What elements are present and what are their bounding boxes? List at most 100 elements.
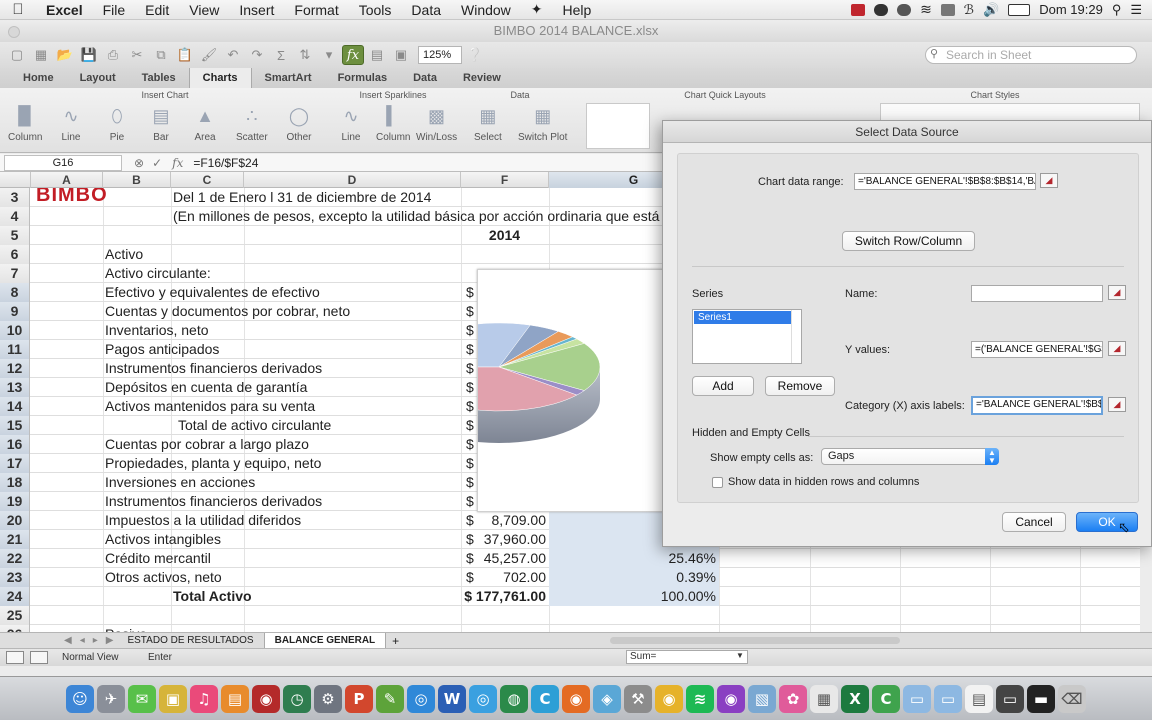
cell-label[interactable]: Otros activos, neto [103, 568, 463, 587]
sparkline-winloss-button[interactable]: ▩ Win/Loss [416, 104, 457, 144]
ibooks-icon[interactable]: ▤ [221, 684, 249, 713]
row-header[interactable]: 22 [0, 549, 30, 568]
column-header-d[interactable]: D [244, 172, 461, 188]
cancel-button[interactable]: Cancel [1002, 512, 1066, 532]
row-header[interactable]: 25 [0, 606, 30, 625]
cell-value[interactable]: 2014 [461, 226, 549, 245]
sheet-icon[interactable]: ▤ [366, 45, 388, 65]
row-header[interactable]: 14 [0, 397, 30, 416]
confirm-entry-icon[interactable]: ✓ [152, 156, 162, 170]
status-tray-icon[interactable] [897, 3, 912, 16]
category-axis-labels-field[interactable]: ='BALANCE GENERAL'!$B$8 [971, 396, 1103, 415]
tab-layout[interactable]: Layout [67, 68, 129, 88]
print-icon[interactable]: ⎙ [102, 45, 124, 65]
chart-data-range-picker-icon[interactable]: ◢ [1040, 173, 1058, 188]
cell-percent[interactable]: 100.00% [549, 587, 719, 606]
camtasia-icon[interactable]: C [872, 684, 900, 713]
menu-help[interactable]: Help [553, 2, 602, 18]
format-painter-icon[interactable]: 🖌 [198, 45, 220, 65]
tab-data[interactable]: Data [400, 68, 450, 88]
row-header[interactable]: 26 [0, 625, 30, 632]
launchpad-icon[interactable]: ✈ [97, 684, 125, 713]
paste-icon[interactable]: 📋 [174, 45, 196, 65]
finder-icon[interactable]: ☺ [66, 684, 94, 713]
chrome-icon[interactable]: ◉ [655, 684, 683, 713]
folder-icon[interactable]: ▭ [903, 684, 931, 713]
first-sheet-icon[interactable]: ◀ [60, 635, 76, 646]
tab-tables[interactable]: Tables [129, 68, 189, 88]
messages-icon[interactable]: ✉ [128, 684, 156, 713]
row-header[interactable]: 18 [0, 473, 30, 492]
row-header[interactable]: 9 [0, 302, 30, 321]
apple-menu-icon[interactable]:  [0, 1, 36, 18]
tools-icon[interactable]: ⚒ [624, 684, 652, 713]
wifi-icon[interactable]: ≋ [920, 1, 932, 18]
menu-format[interactable]: Format [284, 2, 348, 18]
cell-label[interactable]: Activos intangibles [103, 530, 463, 549]
column-header-b[interactable]: B [103, 172, 171, 188]
firefox-icon[interactable]: ◉ [562, 684, 590, 713]
column-header-c[interactable]: C [171, 172, 244, 188]
row-header[interactable]: 5 [0, 226, 30, 245]
cell-value[interactable]: $ 177,761.00 [461, 587, 549, 606]
cell-label[interactable]: Depósitos en cuenta de garantía [103, 378, 463, 397]
cell-label[interactable]: Cuentas y documentos por cobrar, neto [103, 302, 463, 321]
menu-data[interactable]: Data [401, 2, 451, 18]
cell-value[interactable]: 45,257.00 [475, 549, 549, 568]
cancel-entry-icon[interactable]: ⊗ [134, 156, 144, 170]
y-values-field[interactable]: =('BALANCE GENERAL'!$G$ [971, 341, 1103, 358]
column-header-a[interactable]: A [31, 172, 103, 188]
cell-label[interactable]: Instrumentos financieros derivados [103, 492, 463, 511]
cell-percent[interactable]: 25.46% [549, 549, 719, 568]
normal-view-icon[interactable] [6, 651, 24, 664]
remove-series-button[interactable]: Remove [765, 376, 835, 396]
row-header[interactable]: 3 [0, 188, 30, 207]
itunes-icon[interactable]: ♫ [190, 684, 218, 713]
bluetooth-icon[interactable]: ℬ [964, 2, 974, 18]
row-header[interactable]: 19 [0, 492, 30, 511]
y-values-picker-icon[interactable]: ◢ [1108, 341, 1126, 356]
sort-icon[interactable]: ⇅ [294, 45, 316, 65]
notes-icon[interactable]: ▣ [159, 684, 187, 713]
preview-icon[interactable]: ▧ [748, 684, 776, 713]
new-icon[interactable]: ▢ [6, 45, 28, 65]
select-all-corner[interactable] [0, 172, 31, 188]
formula-input[interactable]: =F16/$F$24 [193, 156, 258, 170]
maps-icon[interactable]: ◈ [593, 684, 621, 713]
podcasts-icon[interactable]: ◉ [717, 684, 745, 713]
select-data-button[interactable]: ▦ Select [474, 104, 502, 144]
switch-row-column-button[interactable]: Switch Row/Column [842, 231, 975, 251]
undo-icon[interactable]: ↶ [222, 45, 244, 65]
sheet-tab-balance-general[interactable]: BALANCE GENERAL [264, 633, 387, 648]
cell-label[interactable]: Cuentas por cobrar a largo plazo [103, 435, 463, 454]
cell-value[interactable]: 37,960.00 [475, 530, 549, 549]
row-header[interactable]: 24 [0, 587, 30, 606]
fx-label[interactable]: fx [172, 156, 183, 170]
zoom-select[interactable]: 125% [418, 46, 462, 64]
row-header[interactable]: 16 [0, 435, 30, 454]
add-sheet-icon[interactable]: + [386, 634, 405, 648]
add-series-button[interactable]: Add [692, 376, 754, 396]
battery-icon[interactable] [1008, 3, 1031, 16]
tab-review[interactable]: Review [450, 68, 514, 88]
cell-label[interactable]: Impuestos a la utilidad diferidos [103, 511, 463, 530]
menu-app-excel[interactable]: Excel [36, 2, 93, 18]
row-header[interactable]: 8 [0, 283, 30, 302]
cell-label[interactable]: Inventarios, neto [103, 321, 463, 340]
chart-data-range-field[interactable]: ='BALANCE GENERAL'!$B$8:$B$14,'BA [854, 173, 1036, 190]
filter-icon[interactable]: ▾ [318, 45, 340, 65]
row-header[interactable]: 17 [0, 454, 30, 473]
cell-label[interactable]: Activo [103, 245, 463, 264]
evernote-icon[interactable]: ✎ [376, 684, 404, 713]
insert-area-chart-button[interactable]: ▲ Area [192, 104, 218, 144]
menu-edit[interactable]: Edit [135, 2, 179, 18]
dropbox-tray-icon[interactable] [874, 3, 889, 16]
insert-column-chart-button[interactable]: ▉ Column [8, 104, 42, 144]
word-icon[interactable]: W [438, 684, 466, 713]
search-in-sheet-input[interactable]: Search in Sheet [925, 46, 1137, 64]
photos-icon[interactable]: ✿ [779, 684, 807, 713]
cell-value[interactable]: 702.00 [475, 568, 549, 587]
powerpoint-icon[interactable]: P [345, 684, 373, 713]
show-empty-cells-select[interactable]: Gaps ▲ ▼ [821, 448, 999, 465]
name-box[interactable]: G16 [4, 154, 122, 171]
